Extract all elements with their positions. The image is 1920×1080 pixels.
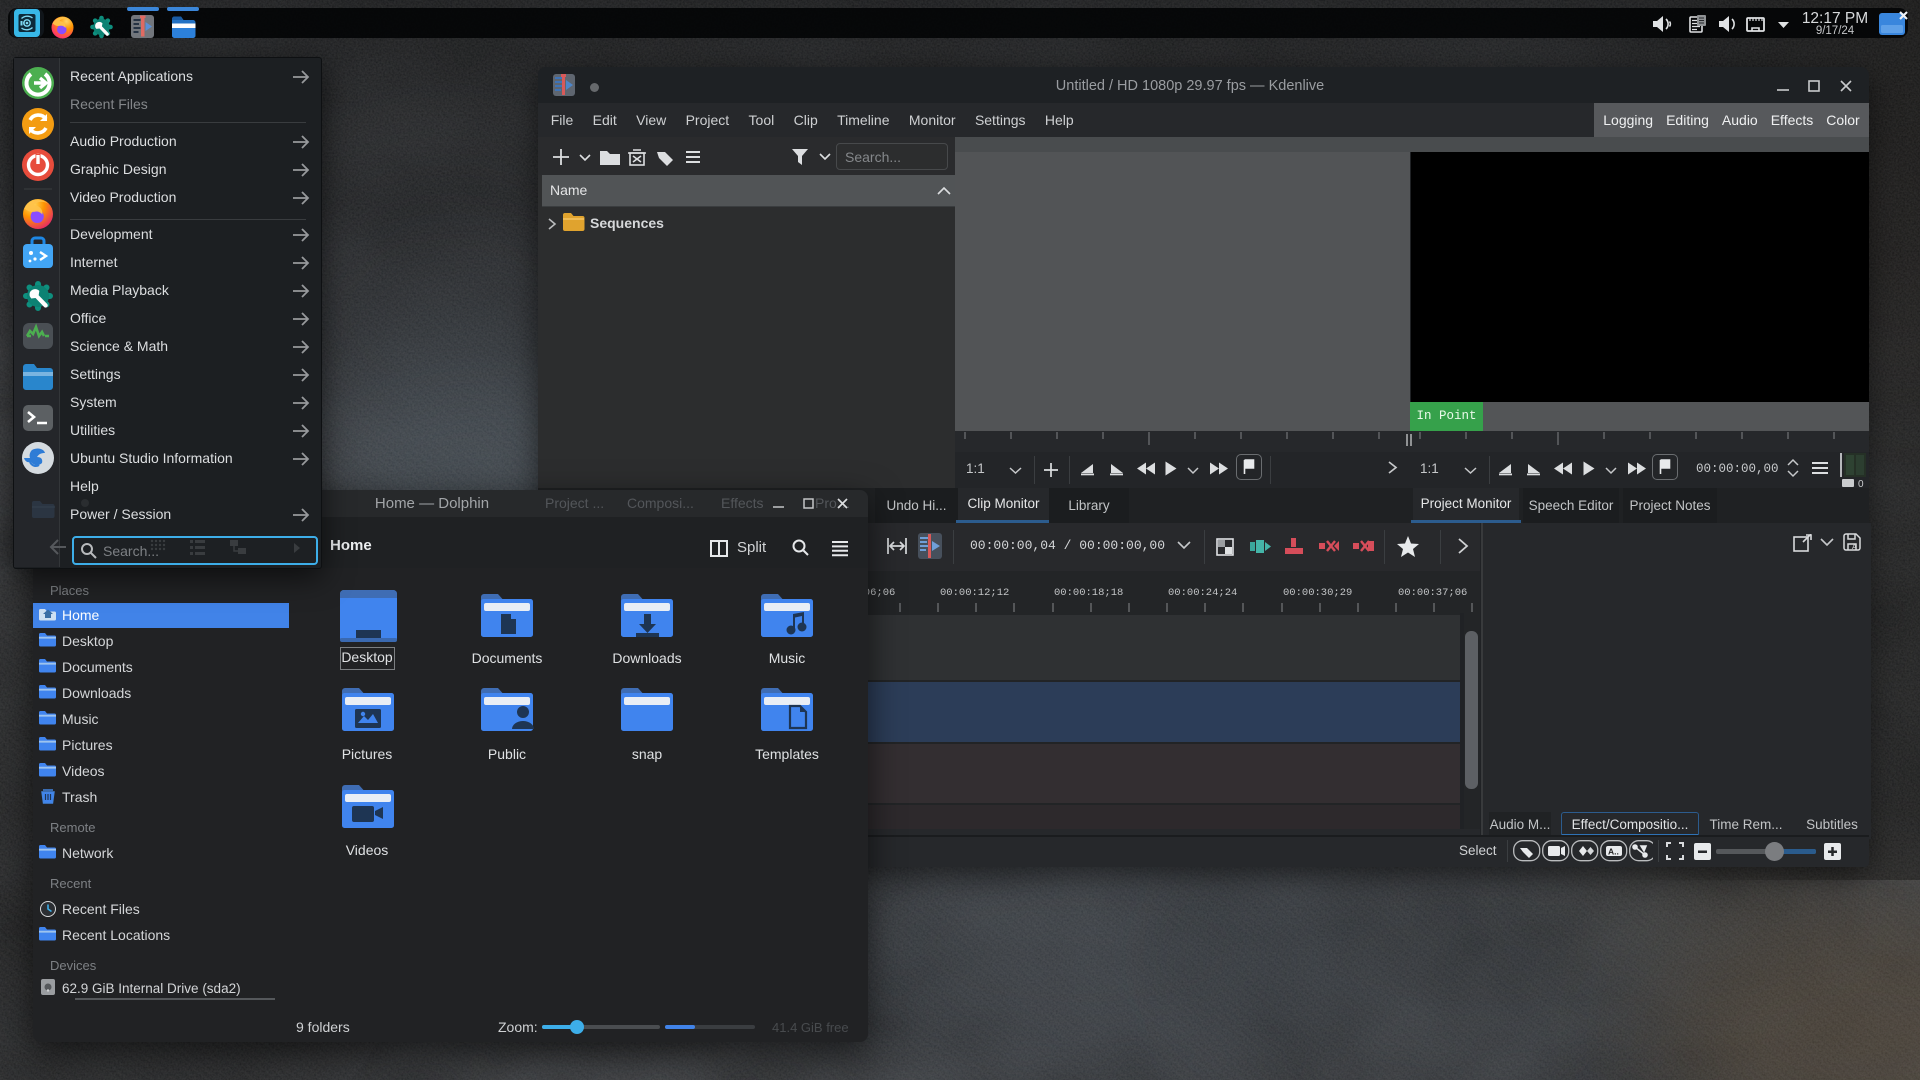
svg-text:A..: A..: [1608, 847, 1619, 857]
svg-text:A: A: [1852, 544, 1857, 551]
svg-text:0: 0: [1858, 479, 1864, 487]
